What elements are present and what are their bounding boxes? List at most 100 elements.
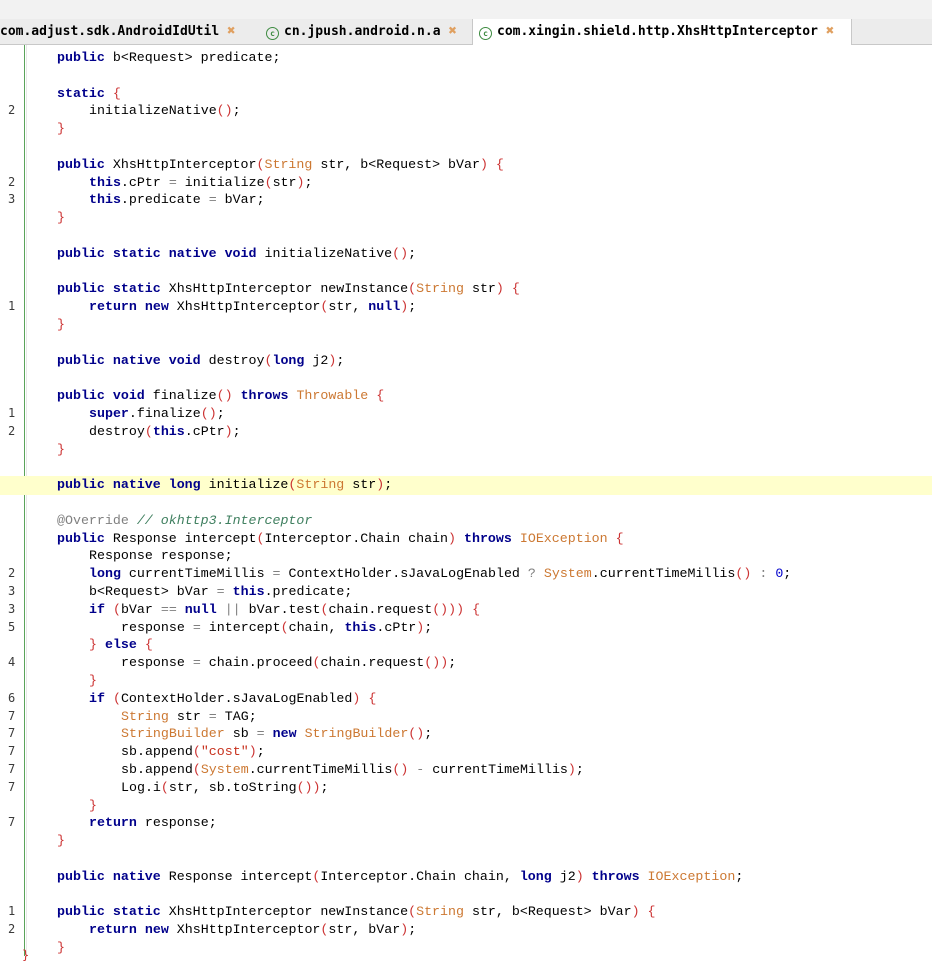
code-token: { bbox=[647, 904, 656, 920]
code-token: ())) bbox=[432, 601, 465, 617]
code-token: ) bbox=[296, 174, 305, 190]
code-text: public native long initialize(String str… bbox=[57, 476, 392, 494]
code-line: } bbox=[0, 441, 932, 459]
code-line: 2 destroy(this.cPtr); bbox=[0, 423, 932, 441]
code-text: @Override // okhttp3.Interceptor bbox=[57, 512, 312, 530]
code-editor[interactable]: } public b<Request> predicate; static {2 i… bbox=[0, 45, 932, 962]
code-token: ; bbox=[735, 868, 744, 884]
code-token: ( bbox=[264, 174, 273, 190]
code-token: ? bbox=[527, 566, 536, 582]
tab-label: cn.jpush.android.n.a bbox=[284, 24, 441, 39]
code-token: bVar; bbox=[216, 192, 265, 208]
code-text: public Response intercept(Interceptor.Ch… bbox=[57, 530, 624, 548]
code-line: 1 public static XhsHttpInterceptor newIns… bbox=[0, 903, 932, 921]
code-token: } bbox=[57, 121, 65, 137]
code-token: ( bbox=[408, 281, 417, 297]
code-line: 7 Log.i(str, sb.toString()); bbox=[0, 779, 932, 797]
code-text: } bbox=[57, 209, 65, 227]
code-line: public native void destroy(long j2); bbox=[0, 352, 932, 370]
code-token: sb bbox=[224, 726, 257, 742]
code-token: IOException bbox=[647, 868, 736, 884]
close-icon[interactable]: ✖ bbox=[227, 19, 235, 44]
code-text: destroy(this.cPtr); bbox=[89, 423, 241, 441]
code-token: = bbox=[256, 726, 265, 742]
line-number: 4 bbox=[8, 655, 16, 670]
code-text: return new XhsHttpInterceptor(str, bVar)… bbox=[89, 921, 416, 939]
code-token: { bbox=[511, 281, 520, 297]
code-token: ; bbox=[783, 566, 792, 582]
code-line: Response response; bbox=[0, 547, 932, 565]
class-icon: c bbox=[479, 27, 492, 40]
code-token: response bbox=[121, 655, 193, 671]
code-token: || bbox=[224, 601, 241, 617]
code-token: ( bbox=[112, 601, 121, 617]
code-token: public void bbox=[57, 388, 145, 404]
code-token: { bbox=[112, 85, 121, 101]
line-number: 7 bbox=[8, 762, 16, 776]
code-token: } bbox=[57, 210, 65, 226]
code-text: StringBuilder sb = new StringBuilder(); bbox=[121, 725, 432, 743]
tab-a[interactable]: c cn.jpush.android.n.a ✖ bbox=[260, 19, 470, 44]
code-line: 7 sb.append(System.currentTimeMillis() - … bbox=[0, 761, 932, 779]
code-token: public bbox=[57, 50, 105, 65]
code-token: .cPtr bbox=[120, 174, 169, 190]
tab-bar: com.adjust.sdk.AndroidIdUtil ✖ c cn.jpush.a… bbox=[0, 0, 932, 45]
code-token: response; bbox=[136, 815, 217, 831]
line-number: 7 bbox=[8, 726, 16, 741]
code-token: this bbox=[89, 174, 121, 190]
code-text: public XhsHttpInterceptor(String str, b<… bbox=[57, 156, 504, 174]
line-number: 1 bbox=[8, 299, 16, 314]
code-token: ; bbox=[232, 423, 241, 439]
code-token: ; bbox=[575, 762, 584, 777]
code-text: public void finalize() throws Throwable … bbox=[57, 387, 384, 405]
code-token: String bbox=[264, 156, 313, 172]
line-number: 7 bbox=[8, 779, 16, 794]
code-line: 3 b<Request> bVar = this.predicate; bbox=[0, 583, 932, 601]
tab-androididutil[interactable]: com.adjust.sdk.AndroidIdUtil ✖ bbox=[0, 19, 255, 44]
code-token: bVar.test bbox=[240, 601, 321, 617]
close-icon[interactable]: ✖ bbox=[826, 19, 834, 44]
code-token: ; bbox=[408, 922, 417, 938]
code-token: Interceptor.Chain chain, bbox=[320, 868, 520, 884]
code-text: } bbox=[57, 939, 65, 957]
code-token: ; bbox=[408, 245, 417, 261]
code-line: @Override // okhttp3.Interceptor bbox=[0, 512, 932, 530]
close-icon[interactable]: ✖ bbox=[449, 19, 457, 44]
code-line: } bbox=[0, 209, 932, 227]
code-token: long bbox=[519, 868, 552, 884]
code-token: = bbox=[208, 708, 217, 724]
code-line: 1 return new XhsHttpInterceptor(str, null… bbox=[0, 298, 932, 316]
code-token: finalize bbox=[144, 388, 217, 404]
code-token: public static bbox=[57, 281, 161, 297]
code-token: ; bbox=[424, 726, 433, 742]
code-token: chain.request bbox=[320, 655, 425, 671]
code-token: long bbox=[272, 352, 305, 368]
code-token: { bbox=[368, 690, 377, 706]
line-number: 6 bbox=[8, 690, 16, 705]
code-token: .predicate; bbox=[264, 584, 353, 599]
code-token: ; bbox=[336, 352, 345, 368]
code-line: public b<Request> predicate; bbox=[0, 49, 932, 67]
code-line: } bbox=[0, 797, 932, 815]
code-token: initialize bbox=[176, 174, 265, 190]
code-token: public native long bbox=[57, 477, 201, 493]
code-token: ( bbox=[280, 619, 289, 635]
tab-xhshttpinterceptor[interactable]: c com.xingin.shield.http.XhsHttpIntercept… bbox=[472, 19, 852, 45]
code-token: () bbox=[392, 245, 409, 261]
code-token: ; bbox=[320, 779, 329, 795]
code-line: static { bbox=[0, 85, 932, 103]
code-token: public static bbox=[57, 904, 161, 920]
